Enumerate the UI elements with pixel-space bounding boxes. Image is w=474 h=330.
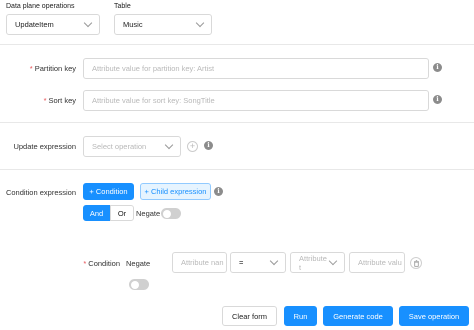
- operations-value: UpdateItem: [15, 20, 54, 29]
- operator-select[interactable]: =: [230, 252, 286, 273]
- table-select[interactable]: Music: [114, 14, 212, 35]
- divider: [0, 169, 474, 170]
- attribute-type-placeholder: Attribute t: [299, 253, 327, 272]
- save-operation-button[interactable]: Save operation: [399, 306, 469, 326]
- generate-code-button[interactable]: Generate code: [323, 306, 393, 326]
- divider: [0, 44, 474, 45]
- info-circle-icon[interactable]: i: [433, 63, 442, 72]
- sort-key-label: * Sort key: [43, 96, 76, 105]
- table-value: Music: [123, 20, 143, 29]
- attribute-name-input[interactable]: Attribute nan: [172, 252, 227, 273]
- condition-negate-switch[interactable]: [129, 279, 149, 290]
- divider: [0, 122, 474, 123]
- operations-label: Data plane operations: [6, 3, 75, 10]
- switch-knob: [162, 209, 171, 218]
- chevron-down-icon: [269, 256, 279, 266]
- and-toggle-button[interactable]: And: [83, 205, 110, 221]
- clear-form-button[interactable]: Clear form: [222, 306, 277, 326]
- add-condition-button[interactable]: + Condition: [83, 183, 134, 200]
- update-expression-label: Update expression: [13, 142, 76, 151]
- sort-key-input[interactable]: Attribute value for sort key: SongTitle: [83, 90, 429, 111]
- update-operation-select[interactable]: Select operation: [83, 136, 181, 157]
- operations-select[interactable]: UpdateItem: [6, 14, 100, 35]
- condition-expression-label: Condition expression: [5, 188, 76, 197]
- info-circle-icon[interactable]: i: [433, 95, 442, 104]
- attribute-value-input[interactable]: Attribute valu: [349, 252, 405, 273]
- trash-glyph: [413, 259, 419, 267]
- trash-icon[interactable]: [410, 257, 422, 269]
- add-child-expression-button[interactable]: + Child expression: [140, 183, 211, 200]
- partition-key-input[interactable]: Attribute value for partition key: Artis…: [83, 58, 429, 79]
- negate-switch[interactable]: [161, 208, 181, 219]
- plus-circle-icon[interactable]: +: [187, 141, 198, 152]
- chevron-down-icon: [83, 18, 93, 28]
- negate-label: Negate: [136, 209, 161, 218]
- or-toggle-button[interactable]: Or: [110, 205, 134, 221]
- table-label: Table: [114, 3, 131, 10]
- condition-row-label: * Condition: [83, 259, 120, 268]
- info-circle-icon[interactable]: i: [204, 141, 213, 150]
- update-operation-placeholder: Select operation: [92, 142, 147, 151]
- condition-negate-label: Negate: [126, 259, 151, 268]
- info-circle-icon[interactable]: i: [214, 187, 223, 196]
- attribute-type-select[interactable]: Attribute t: [290, 252, 345, 273]
- chevron-down-icon: [164, 140, 174, 150]
- partition-key-label: * Partition key: [29, 64, 76, 73]
- chevron-down-icon: [195, 18, 205, 28]
- switch-knob: [130, 280, 139, 289]
- operator-value: =: [239, 258, 244, 267]
- run-button[interactable]: Run: [284, 306, 317, 326]
